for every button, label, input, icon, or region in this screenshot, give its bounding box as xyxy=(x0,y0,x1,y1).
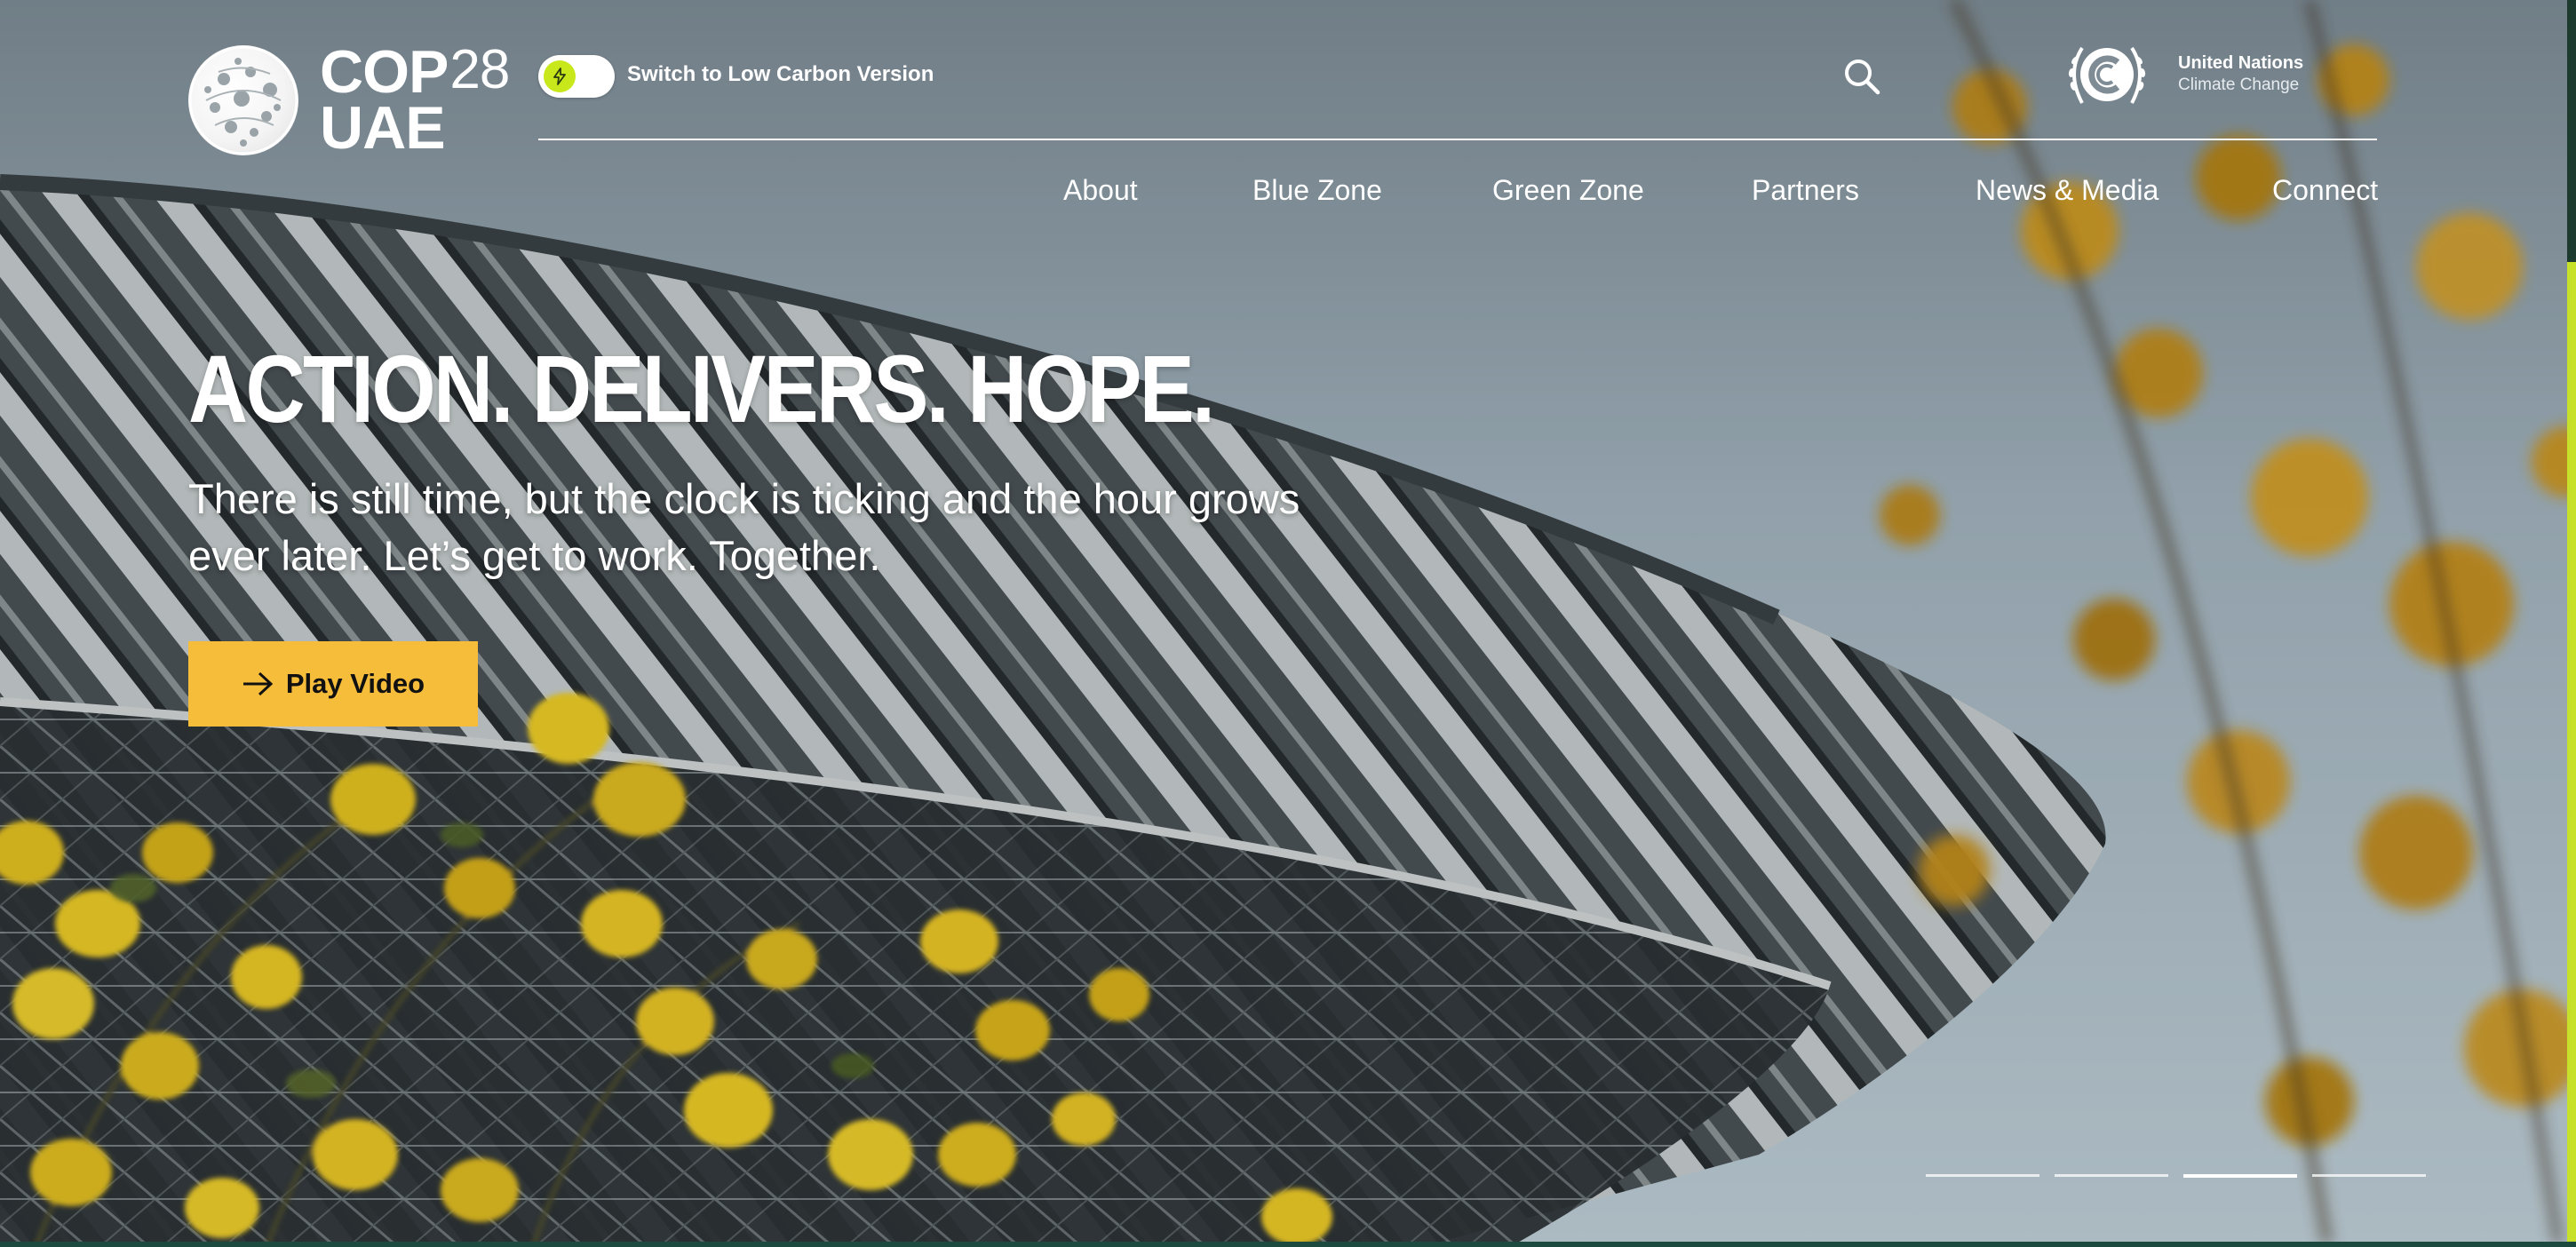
main-nav: About Blue Zone Green Zone Partners News… xyxy=(0,174,2576,210)
logo-uae: UAE xyxy=(320,94,446,162)
nav-item-blue-zone[interactable]: Blue Zone xyxy=(1252,174,1382,207)
bottom-accent-strip xyxy=(0,1242,2576,1247)
slide-indicators xyxy=(1926,1174,2427,1178)
hero-subtitle: There is still time, but the clock is ti… xyxy=(188,475,1300,579)
search-icon[interactable] xyxy=(1842,57,1881,96)
cop28-logo[interactable]: COP 28 UAE xyxy=(188,38,510,162)
logo-wordmark: COP 28 UAE xyxy=(320,38,510,162)
unfccc-wordmark[interactable]: United Nations Climate Change xyxy=(2178,53,2303,95)
low-carbon-toggle[interactable] xyxy=(538,55,615,98)
nav-item-partners[interactable]: Partners xyxy=(1752,174,1859,207)
slide-indicator-1[interactable] xyxy=(1926,1174,2039,1177)
nav-item-news-media[interactable]: News & Media xyxy=(1976,174,2159,207)
hero-headline: ACTION. DELIVERS. HOPE. xyxy=(188,335,1215,442)
slide-indicator-3[interactable] xyxy=(2183,1174,2297,1178)
play-video-label: Play Video xyxy=(285,668,425,699)
lightning-icon xyxy=(544,60,576,92)
nav-item-about[interactable]: About xyxy=(1063,174,1138,207)
logo-cop: COP xyxy=(320,38,449,107)
unfccc-laurel-icon[interactable] xyxy=(2063,37,2151,114)
play-video-button[interactable]: Play Video xyxy=(188,641,478,727)
header-divider xyxy=(538,139,2377,140)
slide-indicator-2[interactable] xyxy=(2055,1174,2168,1177)
slide-indicator-4[interactable] xyxy=(2312,1174,2426,1177)
cop28-globe-icon xyxy=(188,45,298,155)
unfccc-line1: United Nations xyxy=(2178,53,2304,73)
unfccc-line2: Climate Change xyxy=(2178,75,2300,94)
logo-number: 28 xyxy=(449,39,510,101)
low-carbon-toggle-label[interactable]: Switch to Low Carbon Version xyxy=(627,62,934,87)
nav-item-connect[interactable]: Connect xyxy=(2272,174,2378,207)
arrow-right-icon xyxy=(242,671,274,697)
nav-item-green-zone[interactable]: Green Zone xyxy=(1492,174,1644,207)
